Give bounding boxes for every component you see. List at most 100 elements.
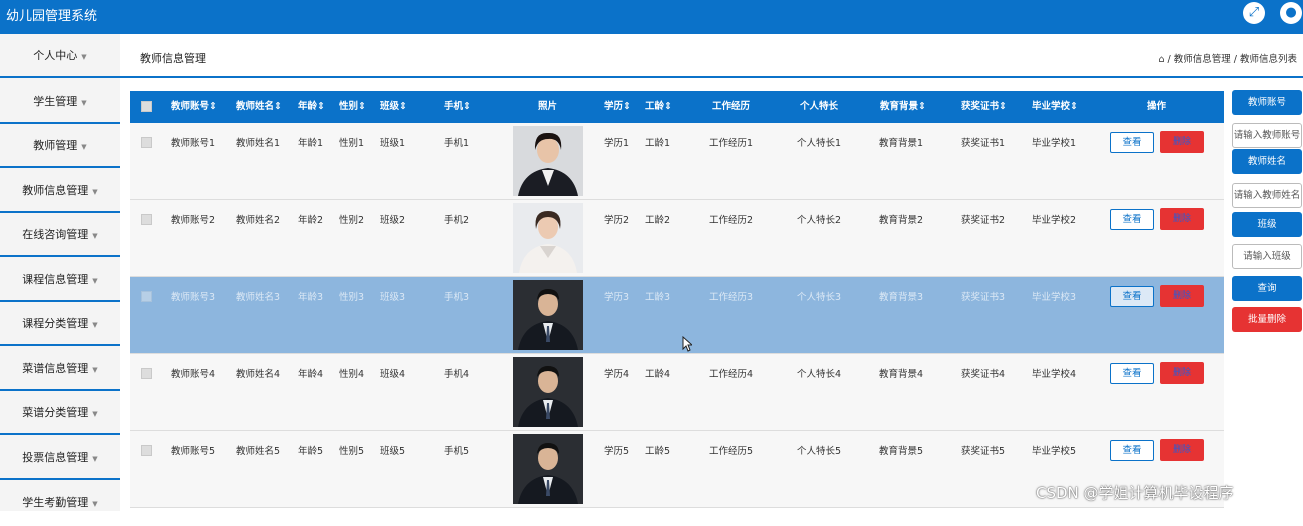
table-row[interactable]: 教师账号1 教师姓名1 年龄1 性别1 班级1 手机1 学历1 工龄1 工作经历…	[130, 123, 1224, 200]
sidebar-item-vote[interactable]: 投票信息管理 ▼	[0, 436, 120, 480]
sidebar-item-teacher-info[interactable]: 教师信息管理 ▼	[0, 169, 120, 213]
cell-gender: 性别1	[339, 138, 365, 149]
teacher-photo	[513, 434, 583, 504]
table-row-selected[interactable]: 教师账号3 教师姓名3 年龄3 性别3 班级3 手机3 学历3 工龄3 工作经历…	[130, 277, 1224, 354]
column-header[interactable]: 学历⇕	[604, 91, 631, 123]
delete-button[interactable]: 删除	[1160, 285, 1204, 307]
user-icon[interactable]: ●	[1280, 2, 1302, 24]
fullscreen-icon[interactable]: ⤢	[1243, 2, 1265, 24]
view-button[interactable]: 查看	[1110, 286, 1154, 307]
breadcrumb-item: 教师信息列表	[1239, 54, 1297, 65]
cell-background: 教育背景5	[879, 446, 924, 457]
column-header[interactable]: 工龄⇕	[645, 91, 672, 123]
delete-button[interactable]: 删除	[1160, 131, 1204, 153]
sidebar-item-recipe-info[interactable]: 菜谱信息管理 ▼	[0, 347, 120, 391]
sidebar-item-attendance[interactable]: 学生考勤管理 ▼	[0, 481, 120, 525]
sidebar-item-recipe-category[interactable]: 菜谱分类管理 ▼	[0, 391, 120, 435]
sidebar-item-course-info[interactable]: 课程信息管理 ▼	[0, 258, 120, 302]
cell-education: 学历1	[604, 138, 630, 149]
sidebar-item-course-category[interactable]: 课程分类管理 ▼	[0, 302, 120, 346]
cell-education: 学历4	[604, 369, 630, 380]
delete-button[interactable]: 删除	[1160, 439, 1204, 461]
column-header[interactable]: 性别⇕	[339, 91, 366, 123]
batch-delete-button[interactable]: 批量删除	[1232, 307, 1302, 332]
view-button[interactable]: 查看	[1110, 132, 1154, 153]
column-header: 操作	[1147, 101, 1167, 112]
cell-specialty: 个人特长5	[797, 446, 842, 457]
column-header[interactable]: 获奖证书⇕	[961, 91, 1007, 123]
column-header[interactable]: 教育背景⇕	[880, 91, 926, 123]
select-all-checkbox[interactable]	[141, 101, 152, 112]
cell-class: 班级2	[380, 215, 406, 226]
cell-school: 毕业学校5	[1032, 446, 1077, 457]
breadcrumb-item[interactable]: 教师信息管理	[1174, 54, 1231, 65]
cell-account: 教师账号5	[171, 446, 216, 457]
chevron-down-icon: ▼	[81, 143, 87, 151]
view-button[interactable]: 查看	[1110, 440, 1154, 461]
cell-school: 毕业学校4	[1032, 369, 1077, 380]
cell-account: 教师账号2	[171, 215, 216, 226]
page-title: 教师信息管理	[140, 52, 206, 65]
cell-education: 学历3	[604, 292, 630, 303]
cell-name: 教师姓名1	[236, 138, 281, 149]
cell-work-history: 工作经历3	[709, 292, 754, 303]
cell-work-history: 工作经历1	[709, 138, 754, 149]
column-header[interactable]: 教师账号⇕	[171, 91, 217, 123]
column-header[interactable]: 年龄⇕	[298, 91, 325, 123]
chevron-down-icon: ▼	[92, 410, 98, 418]
teacher-photo	[513, 280, 583, 350]
row-checkbox[interactable]	[141, 291, 152, 302]
cell-name: 教师姓名5	[236, 446, 281, 457]
home-icon[interactable]: ⌂	[1158, 54, 1164, 65]
cell-work-history: 工作经历2	[709, 215, 754, 226]
cell-seniority: 工龄3	[645, 292, 671, 303]
cell-certificate: 获奖证书5	[961, 446, 1006, 457]
query-button[interactable]: 查询	[1232, 276, 1302, 301]
sidebar-item-teachers[interactable]: 教师管理 ▼	[0, 124, 120, 168]
view-button[interactable]: 查看	[1110, 363, 1154, 384]
sidebar-item-personal-center[interactable]: 个人中心 ▼	[0, 34, 120, 78]
cell-account: 教师账号1	[171, 138, 216, 149]
sidebar-item-label: 课程分类管理	[22, 317, 89, 330]
column-header[interactable]: 手机⇕	[444, 91, 471, 123]
cell-school: 毕业学校1	[1032, 138, 1077, 149]
column-header[interactable]: 毕业学校⇕	[1032, 91, 1078, 123]
class-search-input[interactable]: 请输入班级	[1232, 244, 1302, 269]
cell-name: 教师姓名3	[236, 292, 281, 303]
chevron-down-icon: ▼	[92, 232, 98, 240]
row-checkbox[interactable]	[141, 137, 152, 148]
table-row[interactable]: 教师账号4 教师姓名4 年龄4 性别4 班级4 手机4 学历4 工龄4 工作经历…	[130, 354, 1224, 431]
app-title: 幼儿园管理系统	[6, 9, 98, 24]
column-header[interactable]: 教师姓名⇕	[236, 91, 282, 123]
cell-seniority: 工龄2	[645, 215, 671, 226]
column-header[interactable]: 班级⇕	[380, 91, 407, 123]
page-header: 教师信息管理 ⌂ / 教师信息管理 / 教师信息列表	[120, 34, 1303, 78]
cell-age: 年龄5	[298, 446, 324, 457]
cell-gender: 性别5	[339, 446, 365, 457]
sidebar-item-consult[interactable]: 在线咨询管理 ▼	[0, 213, 120, 257]
delete-button[interactable]: 删除	[1160, 362, 1204, 384]
delete-button[interactable]: 删除	[1160, 208, 1204, 230]
cell-background: 教育背景3	[879, 292, 924, 303]
cell-name: 教师姓名4	[236, 369, 281, 380]
class-filter-label: 班级	[1232, 212, 1302, 237]
cell-account: 教师账号3	[171, 292, 216, 303]
account-search-input[interactable]: 请输入教师账号	[1232, 123, 1302, 148]
cell-name: 教师姓名2	[236, 215, 281, 226]
table-header: 教师账号⇕ 教师姓名⇕ 年龄⇕ 性别⇕ 班级⇕ 手机⇕ 照片 学历⇕ 工龄⇕ 工…	[130, 91, 1224, 123]
row-checkbox[interactable]	[141, 445, 152, 456]
chevron-down-icon: ▼	[92, 455, 98, 463]
table-row[interactable]: 教师账号2 教师姓名2 年龄2 性别2 班级2 手机2 学历2 工龄2 工作经历…	[130, 200, 1224, 277]
cell-school: 毕业学校3	[1032, 292, 1077, 303]
chevron-down-icon: ▼	[81, 99, 87, 107]
column-header: 照片	[538, 101, 558, 112]
name-filter-label: 教师姓名	[1232, 149, 1302, 174]
sidebar-item-students[interactable]: 学生管理 ▼	[0, 80, 120, 124]
name-search-input[interactable]: 请输入教师姓名	[1232, 183, 1302, 208]
cell-work-history: 工作经历4	[709, 369, 754, 380]
row-checkbox[interactable]	[141, 368, 152, 379]
cell-age: 年龄1	[298, 138, 324, 149]
sidebar-item-label: 课程信息管理	[22, 273, 89, 286]
view-button[interactable]: 查看	[1110, 209, 1154, 230]
row-checkbox[interactable]	[141, 214, 152, 225]
